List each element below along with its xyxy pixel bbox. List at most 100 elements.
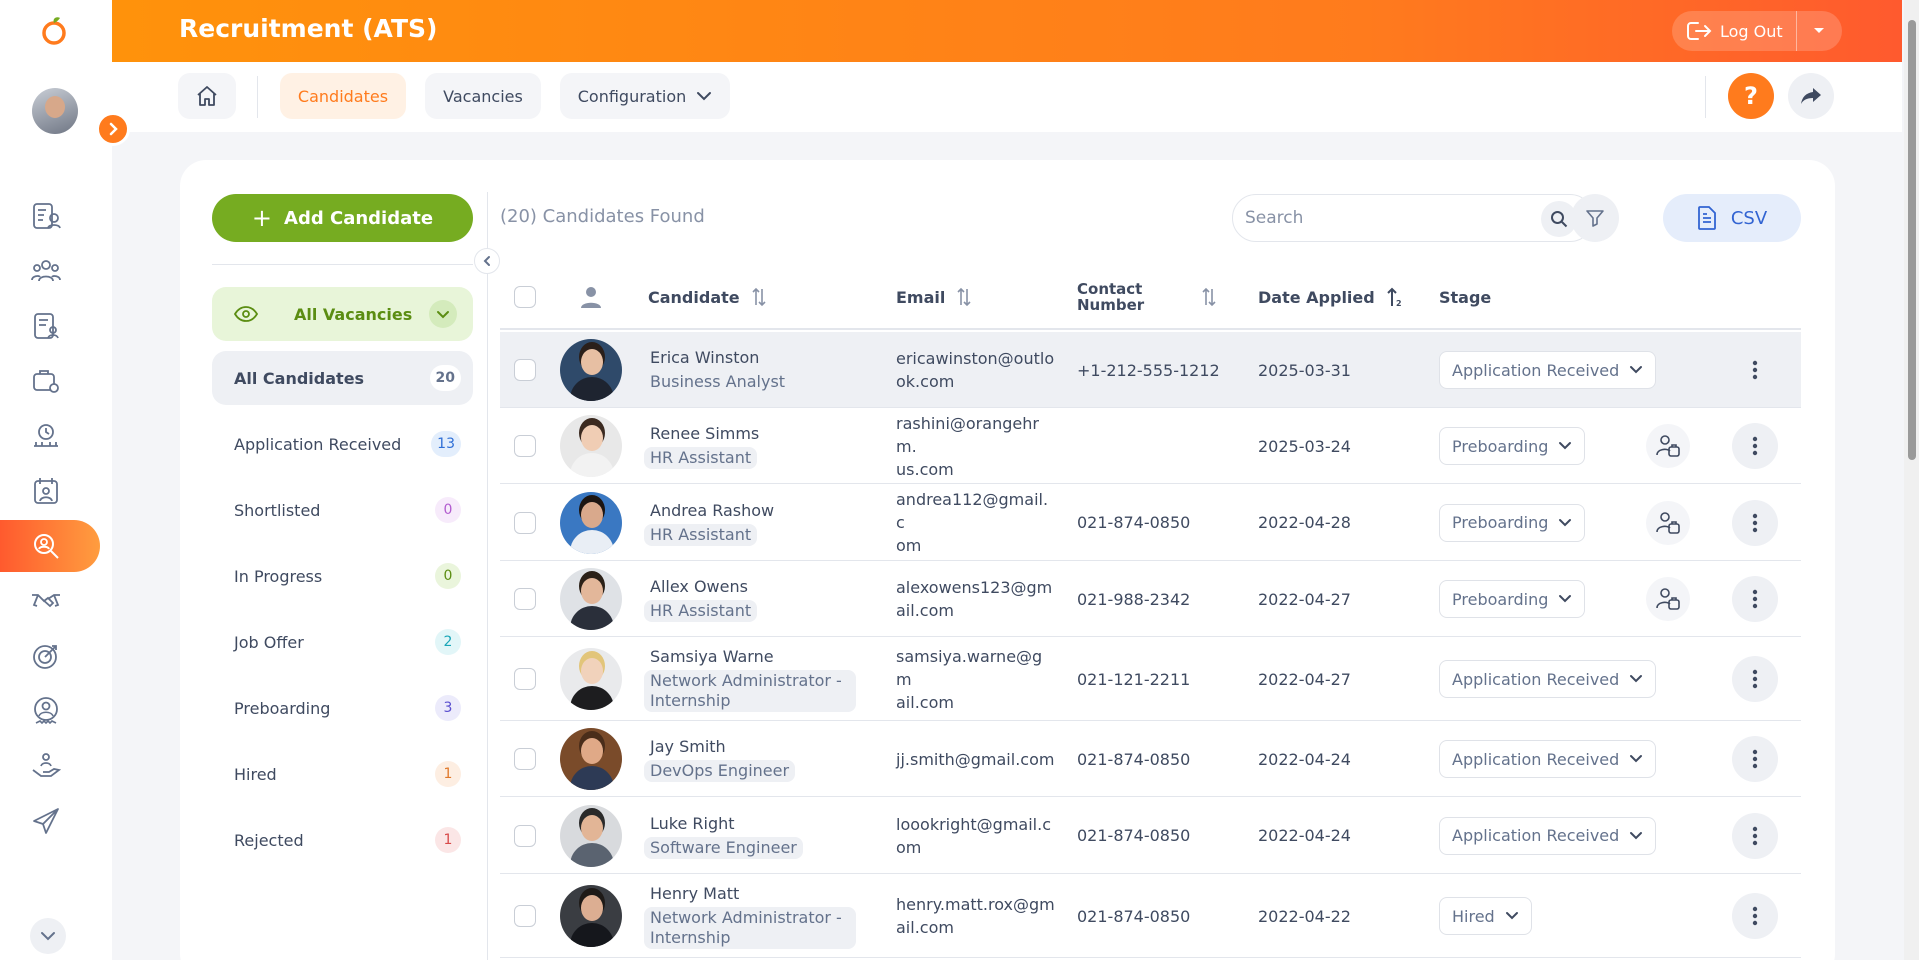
- candidate-name[interactable]: Luke Right: [650, 813, 735, 835]
- row-checkbox[interactable]: [514, 748, 536, 770]
- candidate-name[interactable]: Jay Smith: [650, 736, 726, 758]
- row-actions-button[interactable]: [1732, 812, 1778, 859]
- candidate-name[interactable]: Allex Owens: [650, 576, 748, 598]
- candidate-cell[interactable]: Allex Owens HR Assistant: [644, 561, 758, 637]
- filter-button[interactable]: [1571, 194, 1619, 242]
- home-button[interactable]: [178, 73, 236, 119]
- vacancy-filter-select[interactable]: All Vacancies: [212, 287, 473, 341]
- column-candidate[interactable]: Candidate: [648, 266, 768, 328]
- onboard-button[interactable]: [1646, 424, 1690, 468]
- rail-item-target[interactable]: [0, 630, 100, 682]
- candidate-cell[interactable]: Erica Winston Business Analyst: [644, 332, 792, 408]
- rail-item-people[interactable]: [0, 245, 100, 297]
- candidate-cell[interactable]: Samsiya Warne Network Administrator - Int…: [644, 637, 856, 721]
- tab-vacancies[interactable]: Vacancies: [425, 73, 541, 119]
- stage-filter-item[interactable]: Hired 1: [212, 747, 473, 801]
- csv-export-button[interactable]: CSV: [1663, 194, 1801, 242]
- row-checkbox[interactable]: [514, 588, 536, 610]
- table-row[interactable]: Allex Owens HR Assistant alexowens123@gm…: [500, 561, 1801, 637]
- share-arrow-icon: [1801, 88, 1821, 104]
- stage-filter-item[interactable]: All Candidates 20: [212, 351, 473, 405]
- row-actions-button[interactable]: [1732, 499, 1778, 546]
- row-checkbox[interactable]: [514, 435, 536, 457]
- contact-sort[interactable]: [1190, 266, 1218, 328]
- candidate-name[interactable]: Renee Simms: [650, 423, 759, 445]
- stage-dropdown[interactable]: Preboarding: [1439, 580, 1586, 618]
- stage-filter-item[interactable]: Rejected 1: [212, 813, 473, 867]
- row-checkbox[interactable]: [514, 668, 536, 690]
- candidate-cell[interactable]: Renee Simms HR Assistant: [644, 408, 759, 484]
- stage-filter-item[interactable]: Preboarding 3: [212, 681, 473, 735]
- stage-dropdown[interactable]: Application Received: [1439, 816, 1657, 855]
- collapse-filter-button[interactable]: [474, 248, 500, 274]
- candidate-cell[interactable]: Henry Matt Network Administrator - Intern…: [644, 874, 856, 958]
- rail-item-employee-list[interactable]: [0, 190, 100, 242]
- tab-candidates[interactable]: Candidates: [280, 73, 406, 119]
- candidate-name[interactable]: Henry Matt: [650, 883, 739, 905]
- share-button[interactable]: [1788, 73, 1834, 119]
- search-input[interactable]: [1245, 205, 1525, 231]
- onboard-button[interactable]: [1646, 500, 1690, 545]
- expand-menu-button[interactable]: [96, 112, 130, 146]
- user-avatar[interactable]: [32, 88, 78, 134]
- stage-dropdown[interactable]: Preboarding: [1439, 427, 1586, 465]
- candidate-name[interactable]: Erica Winston: [650, 347, 759, 369]
- rail-item-hand-care[interactable]: [0, 740, 100, 792]
- stage-filter-item[interactable]: Shortlisted 0: [212, 483, 473, 537]
- column-email[interactable]: Email: [896, 266, 973, 328]
- rail-item-handshake[interactable]: [0, 575, 100, 627]
- table-row[interactable]: Erica Winston Business Analyst ericawins…: [500, 332, 1801, 408]
- row-checkbox[interactable]: [514, 359, 536, 381]
- app-logo-icon[interactable]: [38, 14, 70, 46]
- stage-dropdown[interactable]: Application Received: [1439, 660, 1657, 698]
- rail-item-document-user[interactable]: [0, 300, 100, 352]
- stage-filter-item[interactable]: In Progress 0: [212, 549, 473, 603]
- row-checkbox[interactable]: [514, 905, 536, 927]
- stage-filter-item[interactable]: Job Offer 2: [212, 615, 473, 669]
- caret-down-icon[interactable]: [1810, 21, 1828, 39]
- table-row[interactable]: Jay Smith DevOps Engineer jj.smith@gmail…: [500, 721, 1801, 797]
- table-row[interactable]: Luke Right Software Engineer loookright@…: [500, 797, 1801, 874]
- table-row[interactable]: Renee Simms HR Assistant rashini@orangeh…: [500, 408, 1801, 484]
- candidate-name[interactable]: Samsiya Warne: [650, 646, 774, 668]
- row-actions-button[interactable]: [1732, 423, 1778, 469]
- row-checkbox[interactable]: [514, 824, 536, 847]
- row-checkbox[interactable]: [514, 511, 536, 534]
- add-candidate-button[interactable]: + Add Candidate: [212, 194, 473, 242]
- rail-item-award-user[interactable]: [0, 685, 100, 737]
- stage-filter-item[interactable]: Application Received 13: [212, 417, 473, 471]
- rail-item-briefcase-gear[interactable]: [0, 355, 100, 407]
- candidate-cell[interactable]: Jay Smith DevOps Engineer: [644, 721, 796, 797]
- stage-dropdown[interactable]: Application Received: [1439, 740, 1657, 778]
- row-actions-button[interactable]: [1732, 576, 1778, 622]
- onboard-button[interactable]: [1646, 577, 1690, 621]
- select-all-checkbox[interactable]: [514, 266, 536, 328]
- stage-dropdown[interactable]: Application Received: [1439, 351, 1657, 389]
- page-scrollbar[interactable]: [1904, 0, 1919, 960]
- table-row[interactable]: Henry Matt Network Administrator - Intern…: [500, 874, 1801, 958]
- candidate-cell[interactable]: Luke Right Software Engineer: [644, 797, 803, 874]
- stage-dropdown[interactable]: Hired: [1439, 897, 1532, 935]
- table-row[interactable]: Samsiya Warne Network Administrator - Int…: [500, 637, 1801, 721]
- row-actions-button[interactable]: [1732, 893, 1778, 939]
- column-contact-number[interactable]: Contact Number: [1077, 266, 1144, 328]
- help-button[interactable]: ?: [1728, 73, 1774, 119]
- candidate-role-tag: HR Assistant: [644, 600, 758, 622]
- candidate-photo: [560, 885, 622, 947]
- rail-item-clock-dashboard[interactable]: [0, 410, 100, 462]
- scrollbar-thumb[interactable]: [1908, 20, 1916, 460]
- candidate-name[interactable]: Andrea Rashow: [650, 500, 774, 522]
- row-actions-button[interactable]: [1732, 736, 1778, 782]
- tab-configuration[interactable]: Configuration: [560, 73, 730, 119]
- rail-scroll-down-button[interactable]: [30, 918, 66, 954]
- rail-item-calendar-user[interactable]: [0, 465, 100, 517]
- table-row[interactable]: Andrea Rashow HR Assistant andrea112@gma…: [500, 484, 1801, 561]
- stage-dropdown[interactable]: Preboarding: [1439, 503, 1586, 542]
- row-actions-button[interactable]: [1732, 347, 1778, 393]
- column-date-applied[interactable]: Date Applied 2: [1258, 266, 1403, 328]
- row-actions-button[interactable]: [1732, 656, 1778, 702]
- rail-item-plane[interactable]: [0, 795, 100, 847]
- candidate-cell[interactable]: Andrea Rashow HR Assistant: [644, 484, 774, 561]
- rail-item-recruitment[interactable]: [0, 520, 100, 572]
- logout-button[interactable]: Log Out: [1672, 11, 1842, 51]
